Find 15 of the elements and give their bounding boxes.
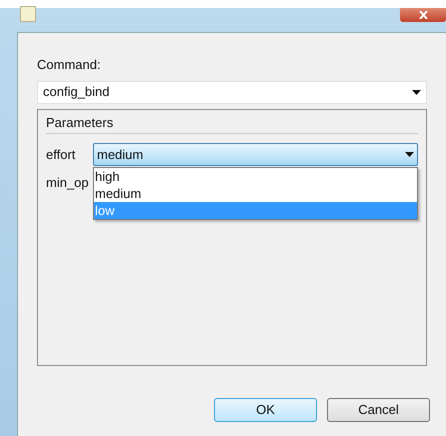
close-button[interactable]: [400, 8, 446, 22]
caret-icon: [405, 152, 414, 157]
app-icon: [20, 6, 36, 22]
field-label: min_op: [46, 174, 90, 192]
dropdown-option[interactable]: medium: [94, 185, 417, 202]
command-dropdown[interactable]: config_bind: [37, 80, 427, 104]
field-label: effort: [46, 146, 76, 164]
dropdown-option[interactable]: high: [94, 168, 417, 185]
caret-icon: [412, 90, 421, 94]
group-title: Parameters: [46, 112, 418, 134]
dialog-button[interactable]: OK: [214, 398, 317, 422]
command-label: Command:: [37, 56, 102, 74]
field-dropdown[interactable]: medium: [93, 143, 418, 166]
dialog-button[interactable]: Cancel: [327, 398, 430, 422]
close-icon: [418, 11, 428, 19]
